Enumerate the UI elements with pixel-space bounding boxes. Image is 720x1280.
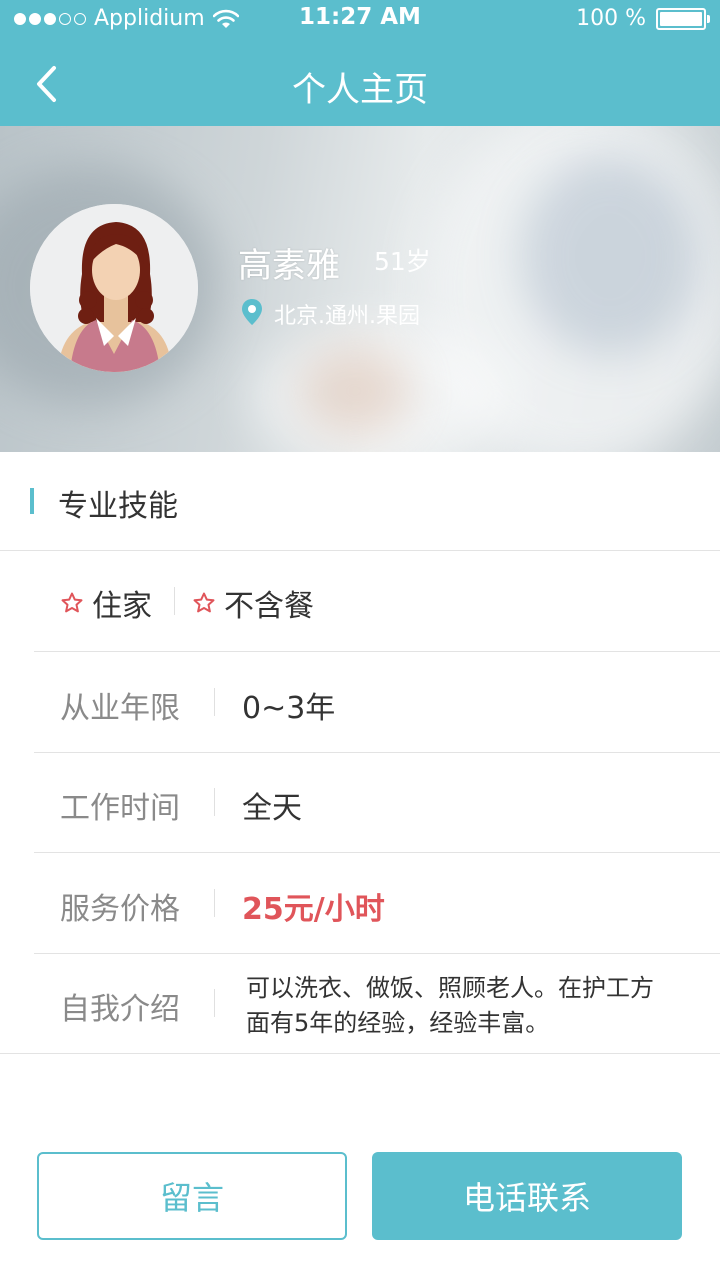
avatar [30, 204, 198, 372]
profile-location: 北京.通州.果园 [274, 304, 420, 329]
divider [214, 788, 215, 816]
chevron-left-icon [37, 66, 56, 102]
work-time-row: 工作时间 全天 [34, 752, 720, 853]
battery-icon [656, 7, 710, 30]
star-outline-icon [193, 592, 215, 613]
divider [174, 587, 175, 615]
price-row: 服务价格 25元/小时 [34, 853, 720, 954]
experience-value: 0~3年 [242, 691, 336, 726]
skills-row: 住家 不含餐 [34, 551, 720, 652]
work-time-value: 全天 [242, 791, 302, 826]
skill-tag: 不含餐 [192, 581, 314, 625]
price-label: 服务价格 [60, 892, 180, 927]
divider [214, 688, 215, 716]
skill-label: 住家 [92, 589, 152, 624]
section-header: 专业技能 [0, 452, 720, 551]
back-button[interactable] [22, 60, 70, 108]
profile-name: 高素雅 [238, 246, 340, 286]
section-accent-bar [30, 488, 34, 514]
intro-text: 可以洗衣、做饭、照顾老人。在护工方面有5年的经验，经验丰富。 [246, 974, 654, 1037]
intro-label: 自我介绍 [60, 992, 180, 1027]
star-outline-icon [61, 592, 83, 613]
profile-age: 51岁 [374, 247, 431, 276]
experience-row: 从业年限 0~3年 [34, 652, 720, 753]
call-button[interactable]: 电话联系 [372, 1152, 682, 1240]
section-title: 专业技能 [58, 489, 178, 524]
divider [0, 1053, 720, 1054]
skill-tag: 住家 [60, 581, 152, 625]
header: Applidium 11:27 AM 100 % 个人主页 [0, 0, 720, 126]
skill-label: 不含餐 [224, 589, 314, 624]
divider [214, 889, 215, 917]
location-pin-icon [242, 299, 262, 325]
intro-row: 自我介绍 可以洗衣、做饭、照顾老人。在护工方面有5年的经验，经验丰富。 [34, 953, 720, 1053]
page-title: 个人主页 [292, 70, 428, 110]
price-value: 25元/小时 [242, 892, 385, 927]
banner-blur-shape [520, 156, 700, 356]
experience-label: 从业年限 [60, 691, 180, 726]
divider [214, 989, 215, 1017]
status-bar: Applidium 11:27 AM 100 % [0, 0, 720, 36]
nav-bar: 个人主页 [0, 44, 720, 124]
status-right: 100 % [576, 6, 710, 31]
battery-percent: 100 % [576, 6, 646, 31]
profile-banner: 高素雅 51岁 北京.通州.果园 [0, 126, 720, 452]
woman-avatar-icon [30, 204, 198, 372]
message-button[interactable]: 留言 [37, 1152, 347, 1240]
work-time-label: 工作时间 [60, 791, 180, 826]
banner-blur-shape [300, 346, 410, 436]
